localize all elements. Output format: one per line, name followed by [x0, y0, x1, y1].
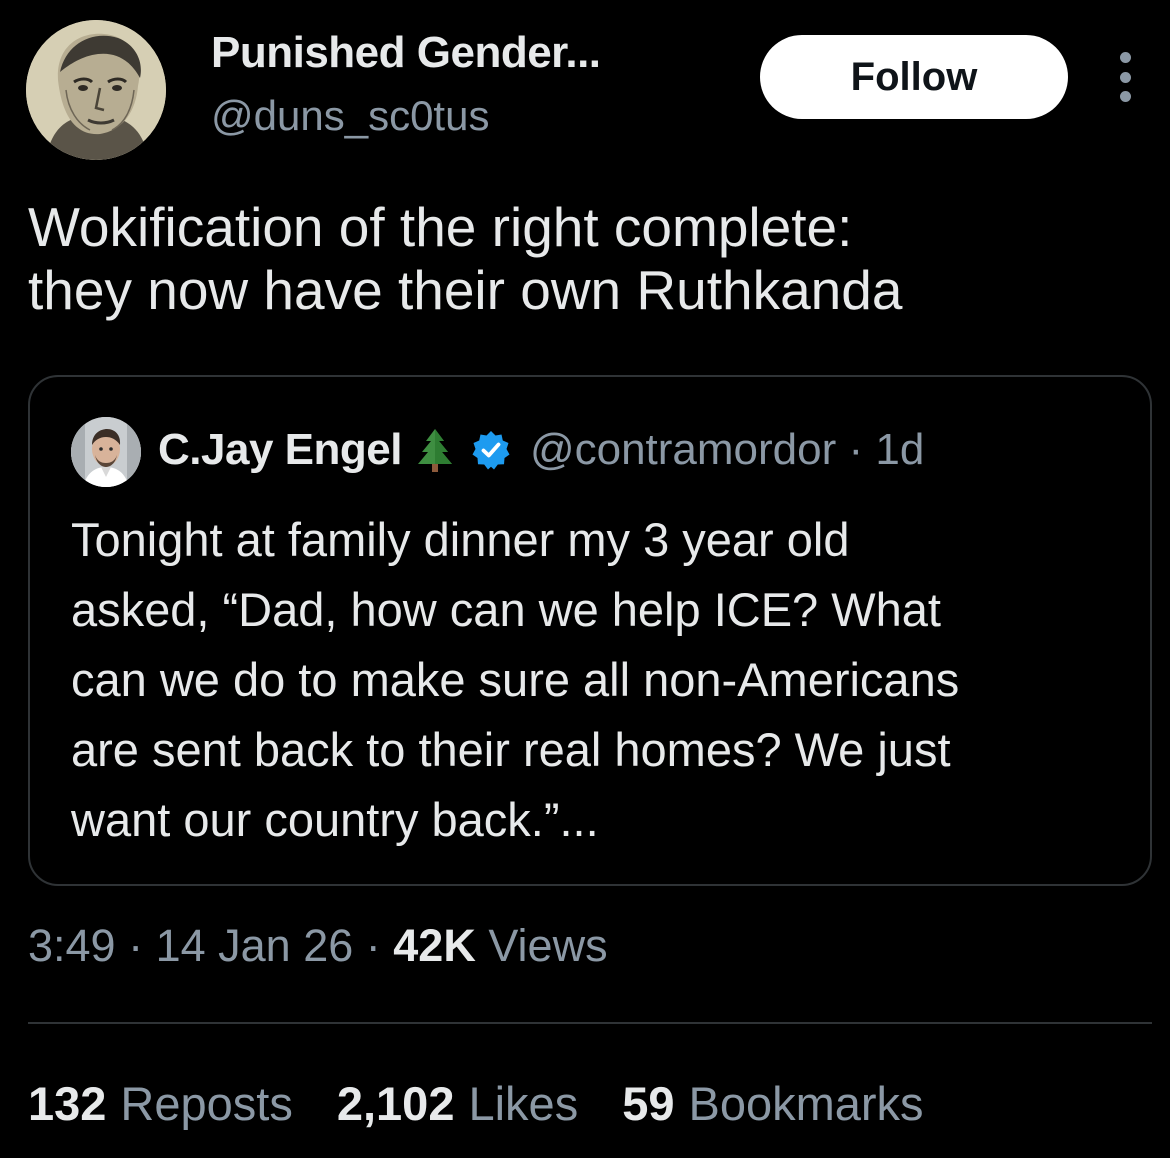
quoted-author-name[interactable]: C.Jay Engel [158, 425, 402, 475]
quoted-text-line: want our country back.”... [71, 793, 599, 846]
quoted-text-line: can we do to make sure all non-Americans [71, 653, 960, 706]
quoted-author-handle-time[interactable]: @contramordor · 1d [530, 425, 924, 475]
quoted-author-avatar[interactable] [71, 417, 141, 487]
verified-badge-icon[interactable] [470, 429, 512, 471]
tweet-text-line: Wokification of the right complete: [28, 196, 853, 258]
likes-count: 2,102 [336, 1077, 455, 1130]
bookmarks-stat[interactable]: 59 Bookmarks [622, 1076, 923, 1131]
more-dot [1119, 71, 1131, 83]
tweet-date[interactable]: 14 Jan 26 [156, 920, 354, 971]
portrait-engraving-avatar [26, 20, 166, 160]
tweet-text-line: they now have their own Ruthkanda [28, 259, 903, 321]
meta-separator: · [115, 920, 156, 971]
bookmarks-label: Bookmarks [688, 1077, 924, 1130]
quoted-text-line: Tonight at family dinner my 3 year old [71, 513, 850, 566]
evergreen-tree-icon [416, 427, 454, 473]
quoted-tweet-card[interactable]: C.Jay Engel @contramordor · 1d Tonight a… [28, 375, 1152, 886]
divider [28, 1022, 1152, 1024]
tweet-meta: 3:49 · 14 Jan 26 · 42K Views [28, 920, 608, 972]
follow-button[interactable]: Follow [760, 35, 1068, 119]
views-label: Views [488, 920, 608, 971]
quoted-text-line: are sent back to their real homes? We ju… [71, 723, 951, 776]
engagement-stats: 132 Reposts 2,102 Likes 59 Bookmarks [28, 1076, 968, 1131]
reposts-label: Reposts [120, 1077, 293, 1130]
bookmarks-count: 59 [622, 1077, 675, 1130]
reposts-stat[interactable]: 132 Reposts [28, 1076, 293, 1131]
reposts-count: 132 [28, 1077, 107, 1130]
quoted-tweet-text: Tonight at family dinner my 3 year old a… [71, 505, 1131, 855]
meta-separator: · [353, 920, 394, 971]
quoted-tweet-header: C.Jay Engel @contramordor · 1d [158, 425, 924, 475]
author-avatar[interactable] [26, 20, 166, 160]
more-dot [1119, 91, 1131, 102]
person-photo-avatar [71, 417, 141, 487]
tweet-time[interactable]: 3:49 [28, 920, 116, 971]
quoted-text-line: asked, “Dad, how can we help ICE? What [71, 583, 941, 636]
tweet-text: Wokification of the right complete: they… [28, 196, 1148, 322]
views-count: 42K [393, 920, 476, 971]
author-display-name[interactable]: Punished Gender... [211, 28, 601, 78]
likes-stat[interactable]: 2,102 Likes [337, 1076, 578, 1131]
more-vertical-icon[interactable] [1110, 52, 1140, 102]
likes-label: Likes [468, 1077, 579, 1130]
author-handle[interactable]: @duns_sc0tus [211, 92, 489, 140]
more-dot [1119, 52, 1131, 63]
